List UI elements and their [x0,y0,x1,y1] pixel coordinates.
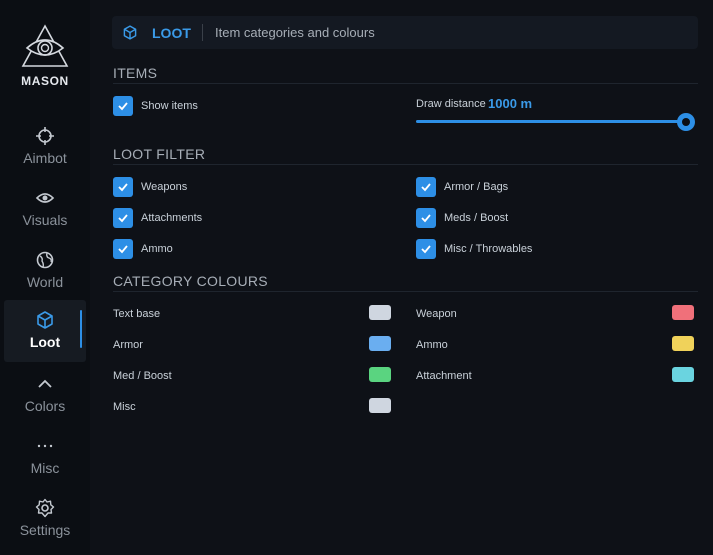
armor-color-swatch[interactable] [369,336,391,351]
ellipsis-icon [4,436,86,456]
check-icon [118,183,128,192]
meds-boost-label: Meds / Boost [444,212,509,224]
section-title-loot-filter: LOOT FILTER [113,146,206,162]
section-title-category-colours: CATEGORY COLOURS [113,273,268,289]
cube-icon [122,24,138,46]
sidebar-item-label: World [26,274,64,290]
check-icon [421,245,431,254]
misc-throwables-label: Misc / Throwables [444,243,533,255]
crosshair-icon [4,126,86,146]
armor-bags-label: Armor / Bags [444,181,509,193]
armor-color-label: Armor [113,339,143,351]
check-icon [118,245,128,254]
sidebar-item-colors[interactable]: Colors [4,364,86,426]
section-divider [113,164,698,165]
gear-icon [4,498,86,518]
sidebar-item-misc[interactable]: Misc [4,426,86,488]
text-base-label: Text base [113,308,161,320]
sidebar-item-label: Visuals [22,212,68,228]
misc-color-swatch[interactable] [369,398,391,413]
draw-distance-label: Draw distance [416,98,486,110]
section-divider [113,291,698,292]
ammo-color-label: Ammo [416,339,448,351]
sidebar-item-settings[interactable]: Settings [4,488,86,550]
check-icon [118,102,128,111]
eye-icon [4,188,86,208]
slider-handle[interactable] [677,113,695,131]
cube-icon [4,310,86,330]
sidebar-item-loot[interactable]: Loot [4,300,86,362]
weapons-checkbox[interactable] [113,177,133,197]
show-items-label: Show items [141,100,198,112]
draw-distance-slider[interactable] [416,120,686,123]
armor-bags-checkbox[interactable] [416,177,436,197]
sidebar-item-label: Settings [19,522,71,538]
misc-color-label: Misc [113,401,136,413]
sidebar-item-visuals[interactable]: Visuals [4,178,86,240]
sidebar-item-label: Aimbot [23,150,67,166]
page-title: LOOT [152,25,191,41]
med-boost-color-label: Med / Boost [113,370,172,382]
weapon-color-label: Weapon [416,308,457,320]
misc-throwables-checkbox[interactable] [416,239,436,259]
chevron-up-icon [4,374,86,394]
page-description: Item categories and colours [215,25,375,40]
logo: MASON [0,24,90,88]
attachment-color-label: Attachment [416,370,472,382]
text-base-color-swatch[interactable] [369,305,391,320]
sidebar: MASON Aimbot Visuals World Loot Colors M… [0,0,90,555]
ammo-color-swatch[interactable] [672,336,694,351]
draw-distance-value: 1000 m [488,96,533,111]
page-header: LOOT Item categories and colours [112,16,698,49]
meds-boost-checkbox[interactable] [416,208,436,228]
check-icon [118,214,128,223]
show-items-checkbox[interactable] [113,96,133,116]
attachments-checkbox[interactable] [113,208,133,228]
attachments-label: Attachments [141,212,203,224]
eye-logo-icon [21,24,69,67]
sidebar-item-label: Loot [29,334,61,350]
section-title-items: ITEMS [113,65,158,81]
med-boost-color-swatch[interactable] [369,367,391,382]
section-divider [113,83,698,84]
header-divider [202,24,203,41]
sidebar-item-world[interactable]: World [4,240,86,302]
ammo-label: Ammo [141,243,173,255]
active-indicator [80,310,82,348]
weapon-color-swatch[interactable] [672,305,694,320]
weapons-label: Weapons [141,181,188,193]
globe-icon [4,250,86,270]
check-icon [421,183,431,192]
sidebar-item-label: Misc [30,460,60,476]
logo-text: MASON [21,74,69,88]
attachment-color-swatch[interactable] [672,367,694,382]
sidebar-item-label: Colors [24,398,66,414]
ammo-checkbox[interactable] [113,239,133,259]
check-icon [421,214,431,223]
sidebar-item-aimbot[interactable]: Aimbot [4,116,86,178]
